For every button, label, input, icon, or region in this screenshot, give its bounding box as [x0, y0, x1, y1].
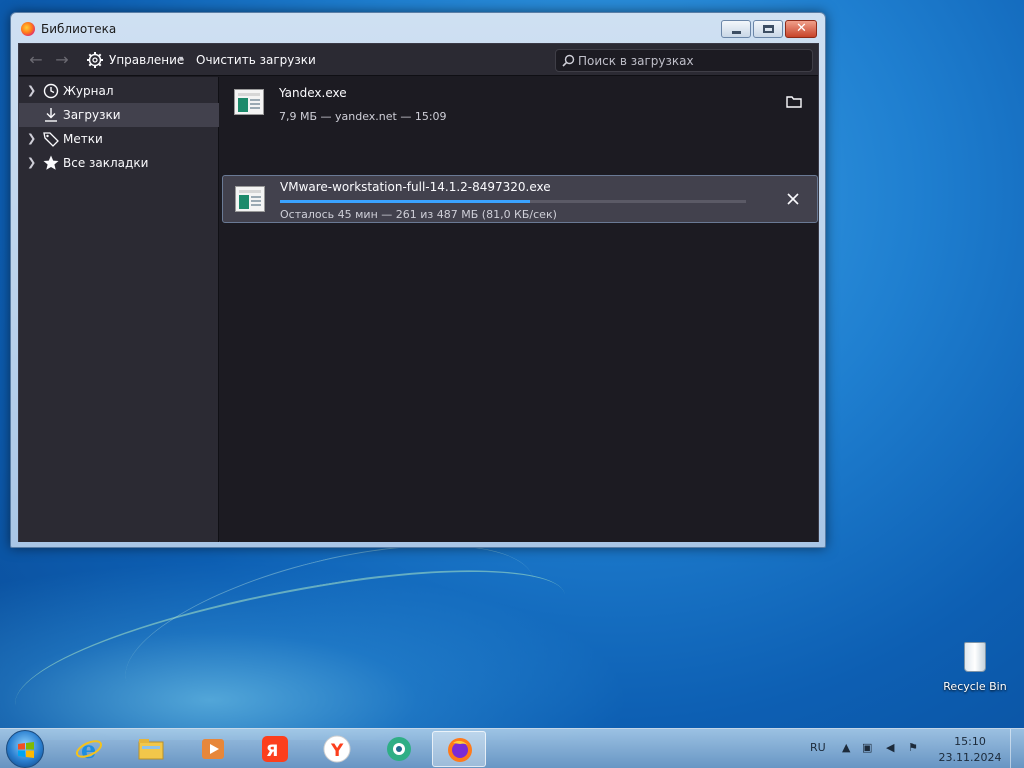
download-icon	[45, 108, 57, 122]
search-icon	[562, 54, 575, 67]
system-clock[interactable]: 15:10 23.11.2024	[938, 734, 1002, 766]
gear-icon[interactable]	[86, 51, 104, 69]
download-filename: VMware-workstation-full-14.1.2-8497320.e…	[280, 180, 551, 194]
windows-logo-icon	[18, 742, 34, 758]
maximize-icon	[763, 25, 774, 33]
chevron-down-icon: ▾	[179, 54, 184, 63]
clock-icon	[43, 83, 59, 99]
start-button[interactable]	[6, 730, 44, 768]
star-icon	[43, 155, 59, 170]
chevron-right-icon[interactable]: ❯	[27, 84, 36, 97]
caption-buttons: ✕	[721, 20, 817, 38]
forward-arrow-icon[interactable]: →	[53, 51, 71, 69]
taskbar-app-media-player[interactable]	[186, 731, 240, 767]
downloads-list: Yandex.exe 7,9 МБ — yandex.net — 15:09 V…	[220, 77, 818, 542]
sidebar-item-all-bookmarks[interactable]: ❯ Все закладки	[19, 151, 219, 175]
library-window: Библиотека ✕ ← → Управление ▾ Очистить з…	[10, 12, 826, 548]
cancel-icon[interactable]	[783, 189, 803, 209]
taskbar: e Я Y RU ▲ ▣ ◀ ⚑ 15:10 23.11.2024	[0, 728, 1024, 768]
search-input[interactable]	[578, 52, 808, 69]
download-row[interactable]: Yandex.exe 7,9 МБ — yandex.net — 15:09	[222, 79, 818, 127]
yandex-browser-icon: Y	[323, 735, 351, 763]
taskbar-app-chat[interactable]	[372, 731, 426, 767]
close-icon: ✕	[796, 21, 807, 36]
manage-menu-button[interactable]: Управление	[109, 53, 184, 67]
recycle-bin-label: Recycle Bin	[943, 680, 1007, 693]
library-content: ← → Управление ▾ Очистить загрузки Поиск…	[18, 43, 819, 542]
taskbar-app-file-explorer[interactable]	[124, 731, 178, 767]
download-status: 7,9 МБ — yandex.net — 15:09	[279, 110, 447, 123]
download-progress-fill	[280, 200, 530, 203]
chevron-right-icon[interactable]: ❯	[27, 132, 36, 145]
download-row-active[interactable]: VMware-workstation-full-14.1.2-8497320.e…	[222, 175, 818, 223]
close-button[interactable]: ✕	[785, 20, 817, 38]
maximize-button[interactable]	[753, 20, 783, 38]
show-desktop-button[interactable]	[1010, 729, 1024, 768]
taskbar-app-firefox[interactable]	[432, 731, 486, 767]
svg-text:Y: Y	[330, 741, 344, 761]
executable-file-icon	[234, 89, 264, 115]
volume-muted-icon[interactable]: ◀	[886, 741, 900, 755]
tag-icon	[43, 132, 59, 147]
sidebar-item-label: Загрузки	[63, 108, 121, 122]
folder-icon[interactable]	[784, 92, 804, 112]
sidebar-item-label: Все закладки	[63, 156, 149, 170]
executable-file-icon	[235, 186, 265, 212]
clear-downloads-button[interactable]: Очистить загрузки	[196, 53, 316, 67]
media-player-icon	[202, 739, 224, 759]
sidebar-item-downloads[interactable]: Загрузки	[19, 103, 219, 127]
chat-app-icon	[387, 737, 411, 761]
firefox-icon	[448, 738, 472, 762]
svg-text:e: e	[81, 735, 96, 764]
file-explorer-icon	[138, 739, 164, 760]
sidebar-item-tags[interactable]: ❯ Метки	[19, 127, 219, 151]
taskbar-app-internet-explorer[interactable]: e	[62, 731, 116, 767]
chevron-right-icon[interactable]: ❯	[27, 156, 36, 169]
svg-text:Я: Я	[266, 741, 278, 760]
minimize-button[interactable]	[721, 20, 751, 38]
clock-time: 15:10	[954, 735, 986, 748]
show-hidden-icons-icon[interactable]: ▲	[842, 741, 856, 755]
window-title: Библиотека	[41, 22, 117, 36]
download-progress-bar	[280, 200, 746, 203]
sidebar-item-label: Метки	[63, 132, 103, 146]
firefox-icon	[21, 22, 35, 36]
download-status: Осталось 45 мин — 261 из 487 МБ (81,0 КБ…	[280, 208, 557, 221]
library-toolbar: ← → Управление ▾ Очистить загрузки	[19, 44, 818, 76]
taskbar-app-yandex[interactable]: Я	[248, 731, 302, 767]
network-icon[interactable]: ▣	[862, 741, 876, 755]
sidebar-item-history[interactable]: ❯ Журнал	[19, 79, 219, 103]
language-indicator[interactable]: RU	[810, 741, 826, 754]
recycle-bin-icon	[964, 642, 986, 672]
internet-explorer-icon: e	[75, 735, 103, 764]
sidebar-item-label: Журнал	[63, 84, 114, 98]
search-box[interactable]	[555, 49, 813, 72]
download-filename: Yandex.exe	[279, 86, 347, 100]
back-arrow-icon[interactable]: ←	[27, 51, 45, 69]
clock-date: 23.11.2024	[938, 751, 1002, 764]
yandex-icon: Я	[262, 736, 288, 762]
window-titlebar[interactable]: Библиотека ✕	[11, 13, 825, 43]
minimize-icon	[732, 31, 741, 34]
taskbar-app-yandex-browser[interactable]: Y	[310, 731, 364, 767]
library-sidebar: ❯ Журнал Загрузки ❯ Метки ❯ Все закладки	[19, 77, 219, 542]
action-center-flag-icon[interactable]: ⚑	[908, 741, 922, 755]
recycle-bin-desktop-icon[interactable]: Recycle Bin	[940, 640, 1010, 700]
